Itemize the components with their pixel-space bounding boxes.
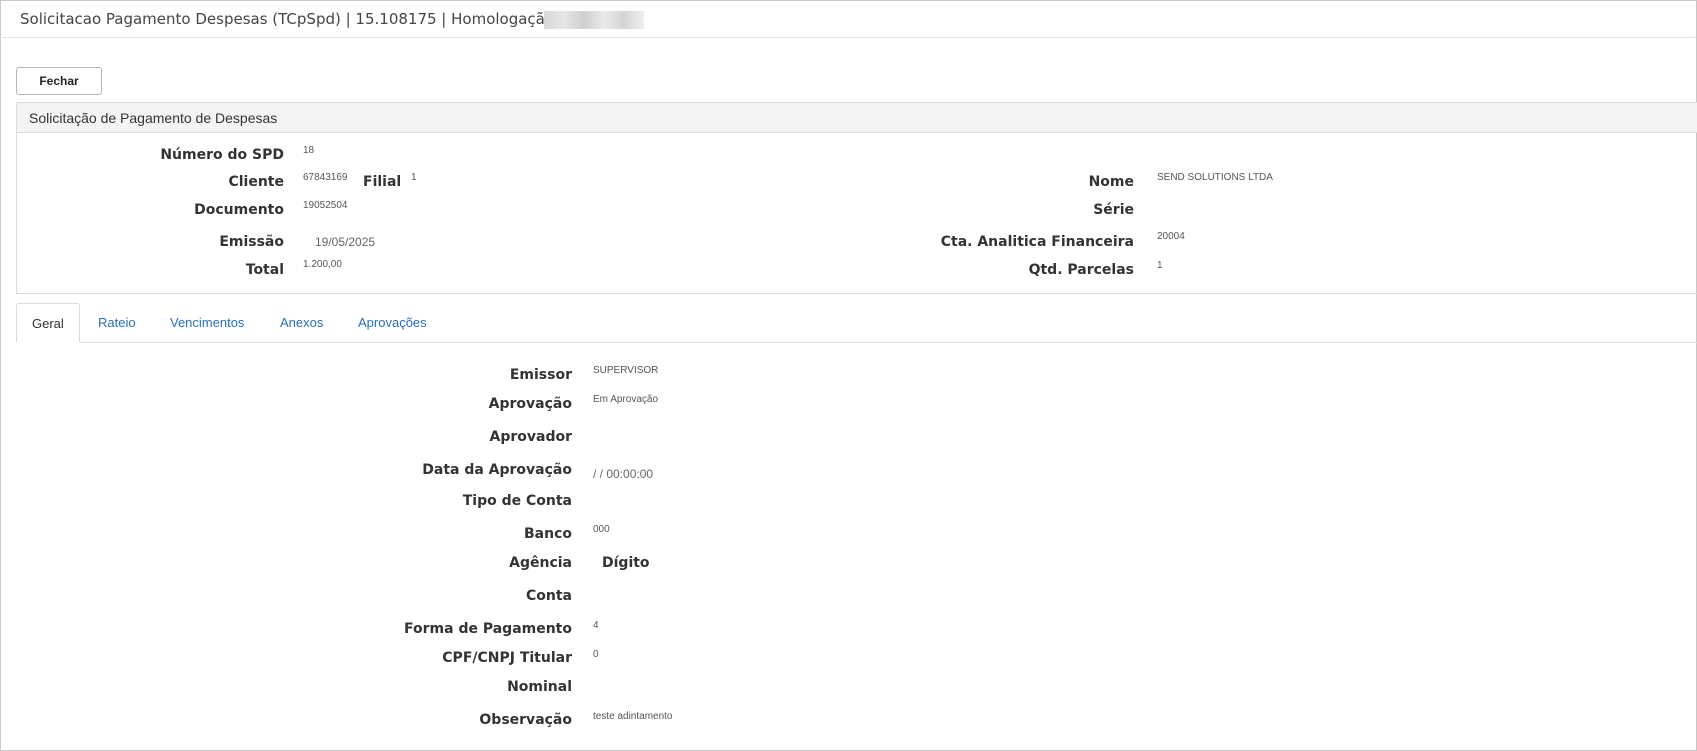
banco-label: Banco bbox=[523, 526, 572, 542]
qtd-parcelas-value: 1 bbox=[1157, 260, 1163, 271]
forma-pagamento-label: Forma de Pagamento bbox=[404, 621, 572, 637]
spd-header-panel: Solicitação de Pagamento de Despesas Núm… bbox=[16, 102, 1697, 294]
nome-value: SEND SOLUTIONS LTDA bbox=[1157, 172, 1273, 183]
nome-label: Nome bbox=[1088, 174, 1134, 190]
conta-label: Conta bbox=[526, 588, 572, 604]
window-title: Solicitacao Pagamento Despesas (TCpSpd) … bbox=[20, 10, 579, 28]
nominal-label: Nominal bbox=[507, 679, 572, 695]
emissao-label: Emissão bbox=[219, 234, 284, 250]
banco-value: 000 bbox=[593, 524, 610, 535]
agencia-label: Agência bbox=[509, 555, 572, 571]
aprovacao-value: Em Aprovação bbox=[593, 394, 659, 405]
aprovador-label: Aprovador bbox=[489, 429, 573, 445]
tipo-conta-label: Tipo de Conta bbox=[462, 493, 572, 509]
observacao-label: Observação bbox=[479, 712, 572, 728]
qtd-parcelas-label: Qtd. Parcelas bbox=[1028, 262, 1134, 278]
tab-rateio[interactable]: Rateio bbox=[98, 303, 136, 342]
observacao-value: teste adintamento bbox=[593, 711, 673, 722]
data-aprovacao-value: / / 00:00:00 bbox=[593, 467, 654, 481]
cta-analitica-label: Cta. Analitica Financeira bbox=[940, 234, 1134, 250]
tab-aprovacoes[interactable]: Aprovações bbox=[358, 303, 427, 342]
documento-value: 19052504 bbox=[303, 200, 348, 211]
documento-label: Documento bbox=[194, 202, 284, 218]
cta-analitica-value: 20004 bbox=[1157, 231, 1185, 242]
tab-anexos[interactable]: Anexos bbox=[280, 303, 323, 342]
filial-label: Filial bbox=[363, 174, 402, 190]
panel-header: Solicitação de Pagamento de Despesas bbox=[17, 103, 1697, 133]
aprovacao-label: Aprovação bbox=[488, 396, 572, 412]
emissor-value: SUPERVISOR bbox=[593, 365, 659, 376]
cpf-cnpj-label: CPF/CNPJ Titular bbox=[442, 650, 572, 666]
tab-vencimentos[interactable]: Vencimentos bbox=[170, 303, 244, 342]
close-button[interactable]: Fechar bbox=[16, 67, 102, 95]
numero-spd-label: Número do SPD bbox=[160, 147, 284, 163]
emissao-value: 19/05/2025 bbox=[315, 235, 376, 249]
data-aprovacao-label: Data da Aprovação bbox=[422, 462, 572, 478]
total-label: Total bbox=[245, 262, 284, 278]
panel-title: Solicitação de Pagamento de Despesas bbox=[29, 110, 278, 126]
title-bar: Solicitacao Pagamento Despesas (TCpSpd) … bbox=[0, 0, 1695, 38]
digito-label: Dígito bbox=[602, 555, 650, 571]
tab-bar: Geral Rateio Vencimentos Anexos Aprovaçõ… bbox=[16, 303, 1697, 343]
cliente-label: Cliente bbox=[228, 174, 284, 190]
tab-geral[interactable]: Geral bbox=[16, 303, 80, 343]
cliente-value: 67843169 bbox=[303, 172, 348, 183]
filial-value: 1 bbox=[411, 172, 417, 183]
numero-spd-value: 18 bbox=[303, 145, 315, 156]
emissor-label: Emissor bbox=[509, 367, 572, 383]
serie-label: Série bbox=[1093, 202, 1134, 218]
cpf-cnpj-value: 0 bbox=[593, 649, 599, 660]
redacted-title-segment bbox=[544, 11, 644, 29]
total-value: 1.200,00 bbox=[303, 259, 342, 270]
forma-pagamento-value: 4 bbox=[593, 620, 599, 631]
